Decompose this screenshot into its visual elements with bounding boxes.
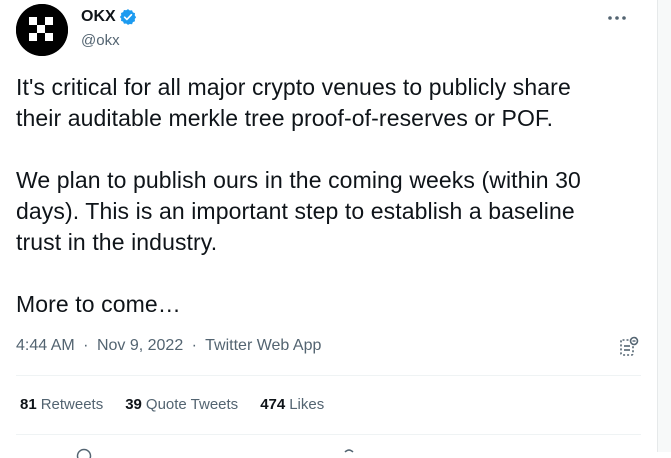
tweet-date[interactable]: Nov 9, 2022 — [97, 337, 183, 354]
scrollbar[interactable] — [657, 0, 671, 452]
user-handle[interactable]: @okx — [81, 32, 137, 49]
quote-tweets-label: Quote Tweets — [146, 396, 238, 413]
more-horizontal-icon[interactable] — [605, 10, 629, 26]
quote-tweets-stat[interactable]: 39Quote Tweets — [125, 396, 238, 413]
quote-tweets-count: 39 — [125, 396, 142, 413]
reply-icon[interactable] — [76, 448, 92, 458]
divider — [16, 434, 641, 435]
tweet-meta: 4:44 AM · Nov 9, 2022 · Twitter Web App — [16, 337, 321, 355]
tweet-header: OKX @okx — [16, 4, 641, 56]
tweet-text: It's critical for all major crypto venue… — [16, 72, 646, 320]
tweet-stats: 81Retweets 39Quote Tweets 474Likes — [20, 396, 346, 413]
divider — [16, 375, 641, 376]
tweet-card: OKX @okx It's critical for all major cry… — [0, 0, 657, 452]
okx-logo-icon — [16, 4, 68, 56]
likes-stat[interactable]: 474Likes — [260, 396, 324, 413]
tweet-source-link[interactable]: Twitter Web App — [205, 337, 321, 354]
retweets-label: Retweets — [41, 396, 104, 413]
likes-label: Likes — [289, 396, 324, 413]
action-bar — [16, 446, 641, 458]
likes-count: 474 — [260, 396, 285, 413]
display-name-row[interactable]: OKX — [81, 7, 137, 27]
like-icon[interactable] — [341, 448, 357, 458]
analytics-icon[interactable] — [618, 336, 640, 358]
meta-separator: · — [192, 337, 197, 354]
avatar[interactable] — [16, 4, 68, 56]
tweet-time[interactable]: 4:44 AM — [16, 337, 75, 354]
retweets-count: 81 — [20, 396, 37, 413]
author-names: OKX @okx — [81, 7, 137, 49]
verified-badge-icon — [119, 8, 137, 26]
retweets-stat[interactable]: 81Retweets — [20, 396, 103, 413]
display-name[interactable]: OKX — [81, 8, 116, 26]
meta-separator: · — [83, 337, 88, 354]
